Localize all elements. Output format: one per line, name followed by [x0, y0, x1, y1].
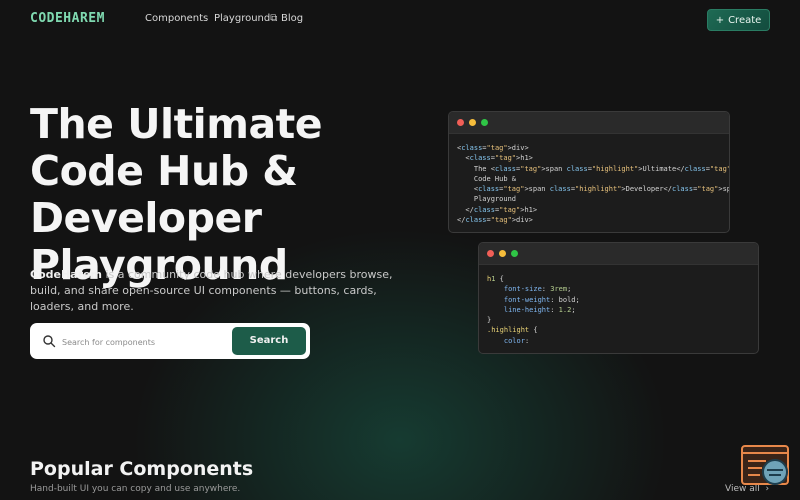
search-icon	[43, 335, 56, 348]
code-window-html: <class="tag">div> <class="tag">h1> The <…	[448, 111, 730, 233]
code-line: <class="tag">h1>	[457, 154, 533, 163]
code-line: Code Hub &	[457, 174, 517, 183]
code-line: line-height: 1.2;	[503, 305, 576, 314]
nav-link-components[interactable]: Components	[145, 13, 208, 24]
nav-link-blog[interactable]: Blog	[281, 13, 303, 24]
code-line: </class="tag">h1>	[457, 205, 538, 214]
code-line: font-size: 3rem;	[503, 285, 572, 294]
close-dot-icon	[487, 250, 494, 257]
code-line: <class="tag">div>	[457, 144, 529, 152]
section-title-popular: Popular Components	[30, 458, 254, 480]
code-line: Playground	[457, 195, 517, 204]
code-line: color:	[503, 336, 530, 345]
close-dot-icon	[457, 119, 464, 126]
code-line: <class="tag">span class="highlight">Deve…	[457, 185, 730, 194]
code-line: </class="tag">div>	[457, 216, 533, 225]
search-bar: Search	[30, 323, 310, 359]
code-window-css: h1 { font-size: 3rem; font-weight: bold;…	[478, 242, 759, 354]
code-line: h1 {	[487, 275, 504, 283]
section-subtitle: Hand-built UI you can copy and use anywh…	[30, 484, 241, 494]
plus-icon: +	[715, 15, 725, 26]
chat-assistant-icon[interactable]	[740, 445, 792, 489]
code-line: .highlight {	[487, 326, 538, 335]
search-input[interactable]	[60, 332, 229, 352]
minimize-dot-icon	[499, 250, 506, 257]
hero-description: CodeHarem is a community code hub where …	[30, 267, 400, 315]
search-button[interactable]: Search	[232, 327, 306, 355]
code-line: }	[487, 316, 492, 325]
minimize-dot-icon	[469, 119, 476, 126]
window-titlebar	[449, 112, 729, 134]
top-navbar: CODEHAREM Components Playground⧉ Blog + C…	[0, 0, 800, 40]
hero-title: The Ultimate Code Hub & Developer Playgr…	[30, 100, 323, 289]
logo[interactable]: CODEHAREM	[30, 11, 105, 26]
code-line: font-weight: bold;	[503, 295, 580, 304]
window-titlebar	[479, 243, 758, 265]
nav-link-playground[interactable]: Playground⧉	[214, 13, 277, 24]
code-line: The <class="tag">span class="highlight">…	[457, 164, 730, 173]
create-button[interactable]: + Create	[707, 9, 770, 31]
brand-name: CodeHarem	[30, 268, 102, 281]
maximize-dot-icon	[481, 119, 488, 126]
code-block-css: h1 { font-size: 3rem; font-weight: bold;…	[479, 265, 758, 353]
create-button-label: Create	[728, 15, 762, 26]
code-block-html: <class="tag">div> <class="tag">h1> The <…	[449, 134, 730, 232]
maximize-dot-icon	[511, 250, 518, 257]
